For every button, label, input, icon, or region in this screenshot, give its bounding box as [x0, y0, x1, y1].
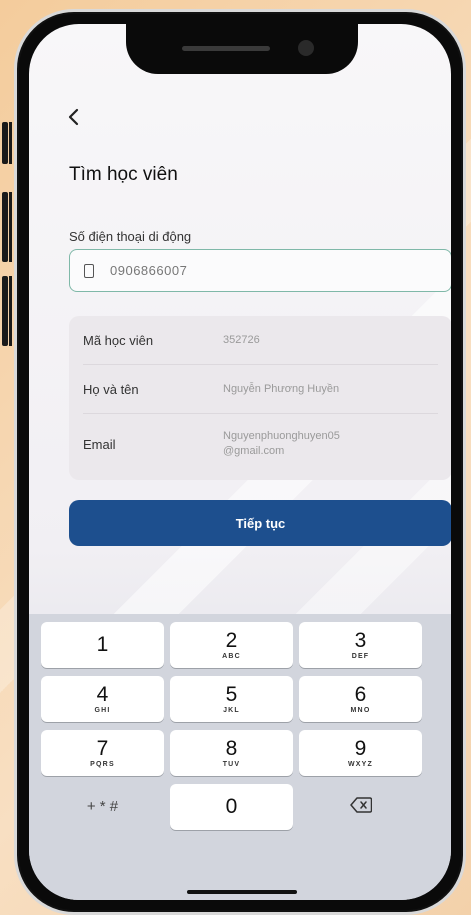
- student-id-label: Mã học viên: [83, 332, 154, 348]
- backspace-icon: [349, 796, 372, 818]
- key-5[interactable]: 5 JKL: [170, 676, 293, 722]
- mute-switch: [2, 122, 12, 164]
- key-letters: MNO: [350, 706, 371, 714]
- student-id-row: Mã học viên 352726: [83, 316, 438, 365]
- phone-input-value: 0906866007: [110, 263, 188, 278]
- key-digit: 7: [96, 736, 109, 760]
- key-digit: 4: [96, 682, 109, 706]
- key-symbols[interactable]: + * #: [41, 784, 164, 830]
- volume-down-button: [2, 276, 12, 346]
- email-value: Nguyenphuonghuyen05 @gmail.com: [223, 430, 340, 457]
- key-letters: WXYZ: [347, 760, 374, 768]
- key-digit: 6: [354, 682, 367, 706]
- continue-button[interactable]: Tiếp tục: [69, 500, 451, 546]
- full-name-value: Nguyễn Phương Huyền: [223, 382, 340, 395]
- key-digit: 8: [225, 736, 238, 760]
- email-label: Email: [83, 436, 116, 452]
- key-digit: 1: [96, 633, 109, 656]
- notch: [126, 24, 358, 74]
- mobile-phone-icon: [84, 263, 94, 278]
- student-id-value: 352726: [223, 333, 260, 346]
- key-letters: TUV: [222, 760, 241, 768]
- key-0[interactable]: 0: [170, 784, 293, 830]
- key-digit: 0: [225, 795, 238, 818]
- key-letters: DEF: [351, 652, 370, 660]
- key-letters: JKL: [223, 706, 240, 714]
- key-digit: 5: [225, 682, 238, 706]
- key-7[interactable]: 7 PQRS: [41, 730, 164, 776]
- key-3[interactable]: 3 DEF: [299, 622, 422, 668]
- full-name-row: Họ và tên Nguyễn Phương Huyền: [83, 365, 438, 414]
- volume-up-button: [2, 192, 12, 262]
- key-digit: 2: [225, 628, 238, 652]
- key-letters: GHI: [94, 706, 111, 714]
- key-9[interactable]: 9 WXYZ: [299, 730, 422, 776]
- speaker: [182, 46, 270, 51]
- student-info-card: Mã học viên 352726 Họ và tên Nguyễn Phươ…: [69, 316, 451, 480]
- email-row: Email Nguyenphuonghuyen05 @gmail.com: [83, 414, 438, 474]
- backspace-key[interactable]: [299, 784, 422, 830]
- key-4[interactable]: 4 GHI: [41, 676, 164, 722]
- camera: [298, 40, 314, 56]
- key-letters: ABC: [222, 652, 241, 660]
- key-2[interactable]: 2 ABC: [170, 622, 293, 668]
- key-6[interactable]: 6 MNO: [299, 676, 422, 722]
- phone-label: Số điện thoại di động: [69, 229, 192, 244]
- home-indicator: [187, 890, 297, 894]
- key-1[interactable]: 1: [41, 622, 164, 668]
- key-digit: 9: [354, 736, 367, 760]
- phone-frame: Tìm học viên Số điện thoại di động 09068…: [14, 9, 466, 915]
- numeric-keypad: 1 2 ABC 3 DEF 4 GHI 5 JKL 6 MNO 7 PQRS 8…: [29, 614, 451, 900]
- page-title: Tìm học viên: [69, 164, 178, 185]
- chevron-left-icon[interactable]: [67, 108, 79, 130]
- key-digit: 3: [354, 628, 367, 652]
- key-8[interactable]: 8 TUV: [170, 730, 293, 776]
- key-symbols-label: + * #: [86, 798, 119, 815]
- key-letters: PQRS: [90, 760, 115, 768]
- screen: Tìm học viên Số điện thoại di động 09068…: [29, 24, 451, 900]
- phone-input[interactable]: 0906866007: [69, 249, 451, 292]
- full-name-label: Họ và tên: [83, 381, 139, 397]
